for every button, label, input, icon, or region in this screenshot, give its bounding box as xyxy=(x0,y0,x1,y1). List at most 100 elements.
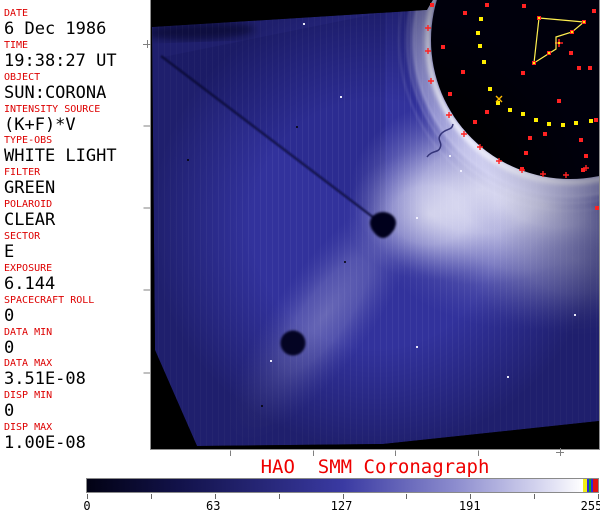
limb-marker-yellow xyxy=(547,122,551,126)
metadata-panel: DATE 6 Dec 1986 TIME 19:38:27 UT OBJECT SUN:C… xyxy=(0,0,150,460)
star-marker-red xyxy=(543,132,547,136)
metadata-label: DATA MIN xyxy=(4,326,53,338)
metadata-value: 6.144 xyxy=(4,273,56,294)
speck-white xyxy=(270,360,272,362)
star-marker-red xyxy=(485,3,489,7)
metadata-label: DATA MAX xyxy=(4,358,53,370)
metadata-label: DATE xyxy=(4,8,29,19)
star-marker-red xyxy=(557,99,561,103)
speck-black xyxy=(261,405,263,407)
speck-white xyxy=(507,376,509,378)
polygon-vertex-center xyxy=(548,52,550,54)
polygon-vertex-center xyxy=(538,17,540,19)
limb-marker-yellow xyxy=(479,17,483,21)
limb-marker-yellow xyxy=(476,31,480,35)
star-marker-red xyxy=(522,4,526,8)
star-marker-red xyxy=(584,154,588,158)
colorbar-tick-label: 255 xyxy=(580,499,600,512)
limb-marker-yellow xyxy=(561,123,565,127)
image-title: HAO SMM Coronagraph xyxy=(260,456,490,478)
metadata-value: 1.00E-08 xyxy=(4,433,86,454)
metadata-label: EXPOSURE xyxy=(4,262,53,274)
star-marker-red xyxy=(569,51,573,55)
limb-marker-yellow xyxy=(534,118,538,122)
speck-black xyxy=(296,126,298,128)
colorbar-tick xyxy=(406,494,408,499)
metadata-entry: OBJECT SUN:CORONA xyxy=(4,72,150,102)
metadata-label: FILTER xyxy=(4,167,41,179)
plus-marker-center xyxy=(558,42,560,44)
metadata-entry: INTENSITY SOURCE (K+F)*V xyxy=(4,104,150,134)
star-marker-red xyxy=(461,70,465,74)
coronagraph-viewer: DATE 6 Dec 1986 TIME 19:38:27 UT OBJECT SUN:C… xyxy=(0,0,600,512)
star-marker-red xyxy=(577,66,581,70)
limb-marker-yellow xyxy=(488,87,492,91)
speck-white xyxy=(574,314,576,316)
star-marker-red xyxy=(579,138,583,142)
metadata-value: 0 xyxy=(4,337,15,358)
limb-marker-yellow xyxy=(521,112,525,116)
metadata-label: DISP MIN xyxy=(4,390,53,402)
metadata-value: 19:38:27 UT xyxy=(4,50,117,71)
coronagraph-scene xyxy=(140,0,600,460)
star-marker-red xyxy=(594,118,598,122)
metadata-value: SUN:CORONA xyxy=(4,82,107,103)
star-marker-red xyxy=(430,3,434,7)
speck-white xyxy=(340,96,342,98)
colorbar-tick xyxy=(278,494,280,499)
metadata-value: E xyxy=(4,241,15,262)
colorbar-tick xyxy=(534,494,536,499)
metadata-entry: TIME 19:38:27 UT xyxy=(4,40,150,70)
limb-marker-yellow xyxy=(482,60,486,64)
colorbar xyxy=(86,478,599,493)
colorbar-tick-label: 127 xyxy=(330,499,353,512)
speck-white xyxy=(460,170,462,172)
metadata-label: TIME xyxy=(4,39,29,51)
metadata-entry: SPACECRAFT ROLL 0 xyxy=(4,295,150,325)
star-marker-red xyxy=(521,71,525,75)
metadata-value: CLEAR xyxy=(4,210,56,231)
metadata-entry: DISP MIN 0 xyxy=(4,390,150,420)
polygon-vertex-center xyxy=(533,62,535,64)
metadata-value: 3.51E-08 xyxy=(4,369,86,390)
polygon-vertex-center xyxy=(583,21,585,23)
metadata-label: POLAROID xyxy=(4,199,53,211)
star-marker-red xyxy=(524,151,528,155)
star-marker-red xyxy=(441,45,445,49)
metadata-value: 6 Dec 1986 xyxy=(4,19,107,39)
polygon-vertex-center xyxy=(571,31,573,33)
metadata-value: GREEN xyxy=(4,178,56,199)
metadata-entry: POLAROID CLEAR xyxy=(4,199,150,229)
image-frame xyxy=(152,0,599,446)
metadata-entry: SECTOR E xyxy=(4,231,150,261)
speck-black xyxy=(187,159,189,161)
metadata-entry: EXPOSURE 6.144 xyxy=(4,263,150,293)
star-marker-red xyxy=(528,136,532,140)
colorbar-tick-label: 191 xyxy=(458,499,481,512)
metadata-label: TYPE-OBS xyxy=(4,135,53,147)
metadata-label: SECTOR xyxy=(4,230,41,242)
speck-white xyxy=(416,346,418,348)
colorbar-tick-label: 63 xyxy=(206,499,221,512)
metadata-entry: DISP MAX 1.00E-08 xyxy=(4,422,150,452)
star-marker-red xyxy=(463,11,467,15)
metadata-value: 0 xyxy=(4,305,15,326)
star-marker-red xyxy=(485,110,489,114)
metadata-value: (K+F)*V xyxy=(4,114,76,135)
limb-marker-yellow xyxy=(478,44,482,48)
metadata-entry: TYPE-OBS WHITE LIGHT xyxy=(4,135,150,165)
coronagraph-image xyxy=(140,0,600,460)
star-marker-red xyxy=(473,120,477,124)
speck-white xyxy=(449,155,451,157)
metadata-label: SPACECRAFT ROLL xyxy=(4,294,95,306)
vignette xyxy=(152,0,599,446)
star-marker-red xyxy=(588,66,592,70)
metadata-label: DISP MAX xyxy=(4,422,53,434)
colorbar-tick-label: 0 xyxy=(83,499,91,512)
colorbar-tick xyxy=(150,494,152,499)
metadata-label: INTENSITY SOURCE xyxy=(4,103,101,115)
metadata-value: WHITE LIGHT xyxy=(4,146,117,167)
star-marker-red xyxy=(592,9,596,13)
limb-marker-yellow xyxy=(589,119,593,123)
star-marker-red xyxy=(448,92,452,96)
